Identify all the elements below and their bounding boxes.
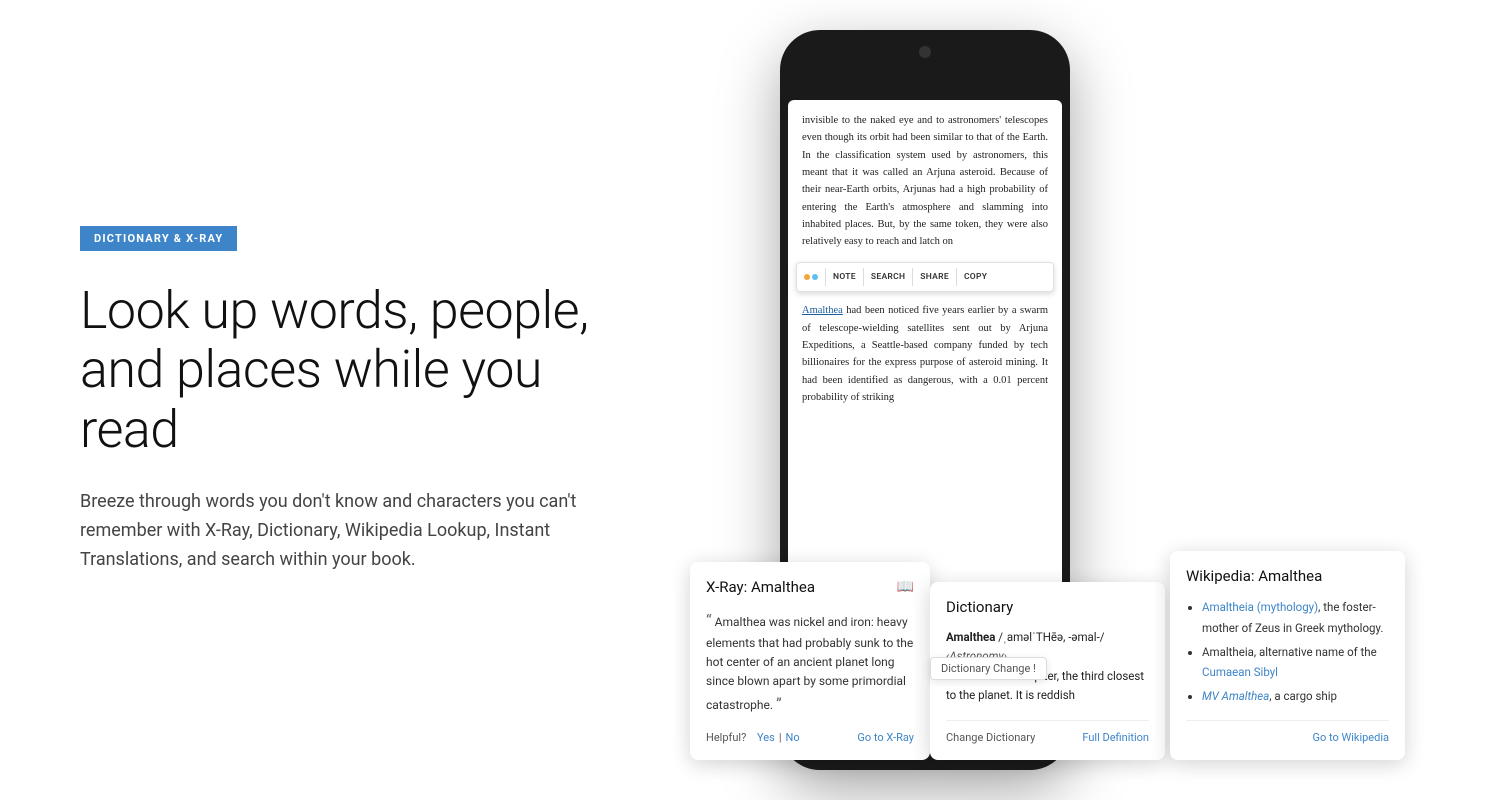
xray-title: X-Ray: Amalthea 📖 bbox=[706, 578, 914, 596]
wikipedia-panel: Wikipedia: Amalthea Amaltheia (mythology… bbox=[1170, 551, 1405, 760]
full-definition-link[interactable]: Full Definition bbox=[1082, 731, 1149, 744]
xray-helpful-row: Helpful? Yes | No Go to X-Ray bbox=[706, 731, 914, 744]
helpful-yes[interactable]: Yes bbox=[757, 731, 775, 744]
wiki-item-2: Amaltheia, alternative name of the Cumae… bbox=[1202, 642, 1389, 682]
wiki-link-mv[interactable]: MV Amalthea bbox=[1202, 689, 1269, 703]
dict-word: Amalthea bbox=[946, 630, 995, 644]
highlighted-word-amalthea: Amalthea bbox=[802, 305, 843, 316]
wiki-item-3: MV Amalthea, a cargo ship bbox=[1202, 686, 1389, 706]
book-text: invisible to the naked eye and to astron… bbox=[788, 100, 1062, 418]
phone-notch bbox=[919, 46, 931, 58]
wiki-list: Amaltheia (mythology), the foster-mother… bbox=[1186, 597, 1389, 706]
copy-button[interactable]: COPY bbox=[957, 272, 994, 282]
wiki-title: Wikipedia: Amalthea bbox=[1186, 567, 1389, 585]
note-button[interactable]: NOTE bbox=[826, 272, 863, 282]
book-paragraph-1: invisible to the naked eye and to astron… bbox=[802, 112, 1048, 251]
feature-badge: DICTIONARY & X-RAY bbox=[80, 226, 237, 251]
wiki-link-mythology[interactable]: Amaltheia (mythology) bbox=[1202, 600, 1318, 614]
helpful-links: Helpful? Yes | No bbox=[706, 731, 800, 744]
dict-footer: Change Dictionary Full Definition bbox=[946, 720, 1149, 744]
subtext: Breeze through words you don't know and … bbox=[80, 488, 600, 574]
xray-panel: X-Ray: Amalthea 📖 “ Amalthea was nickel … bbox=[690, 562, 930, 760]
left-content: DICTIONARY & X-RAY Look up words, people… bbox=[0, 166, 680, 635]
xray-book-icon: 📖 bbox=[897, 579, 914, 595]
helpful-no[interactable]: No bbox=[786, 731, 800, 744]
right-section: invisible to the naked eye and to astron… bbox=[680, 0, 1500, 800]
dict-change-notification: Dictionary Change ! bbox=[930, 657, 1047, 680]
change-dictionary-button[interactable]: Change Dictionary bbox=[946, 731, 1035, 744]
book-paragraph-3: Amalthea had been noticed five years ear… bbox=[802, 302, 1048, 406]
xray-quote: “ Amalthea was nickel and iron: heavy el… bbox=[706, 608, 914, 717]
share-button[interactable]: SHARE bbox=[913, 272, 956, 282]
dict-pronunciation: /ˌaməlˈTHēə, -əmal-/ bbox=[998, 630, 1104, 644]
wiki-link-sibyl[interactable]: Cumaean Sibyl bbox=[1202, 665, 1278, 679]
headline: Look up words, people, and places while … bbox=[80, 281, 600, 460]
text-selection-toolbar: NOTE SEARCH SHARE COPY bbox=[796, 262, 1054, 292]
wiki-item-1: Amaltheia (mythology), the foster-mother… bbox=[1202, 597, 1389, 637]
search-button[interactable]: SEARCH bbox=[864, 272, 912, 282]
wiki-footer: Go to Wikipedia bbox=[1186, 720, 1389, 744]
go-to-wikipedia-link[interactable]: Go to Wikipedia bbox=[1312, 731, 1389, 744]
dict-title: Dictionary bbox=[946, 598, 1149, 616]
kindle-icon bbox=[797, 263, 825, 291]
go-to-xray-link[interactable]: Go to X-Ray bbox=[857, 731, 914, 744]
